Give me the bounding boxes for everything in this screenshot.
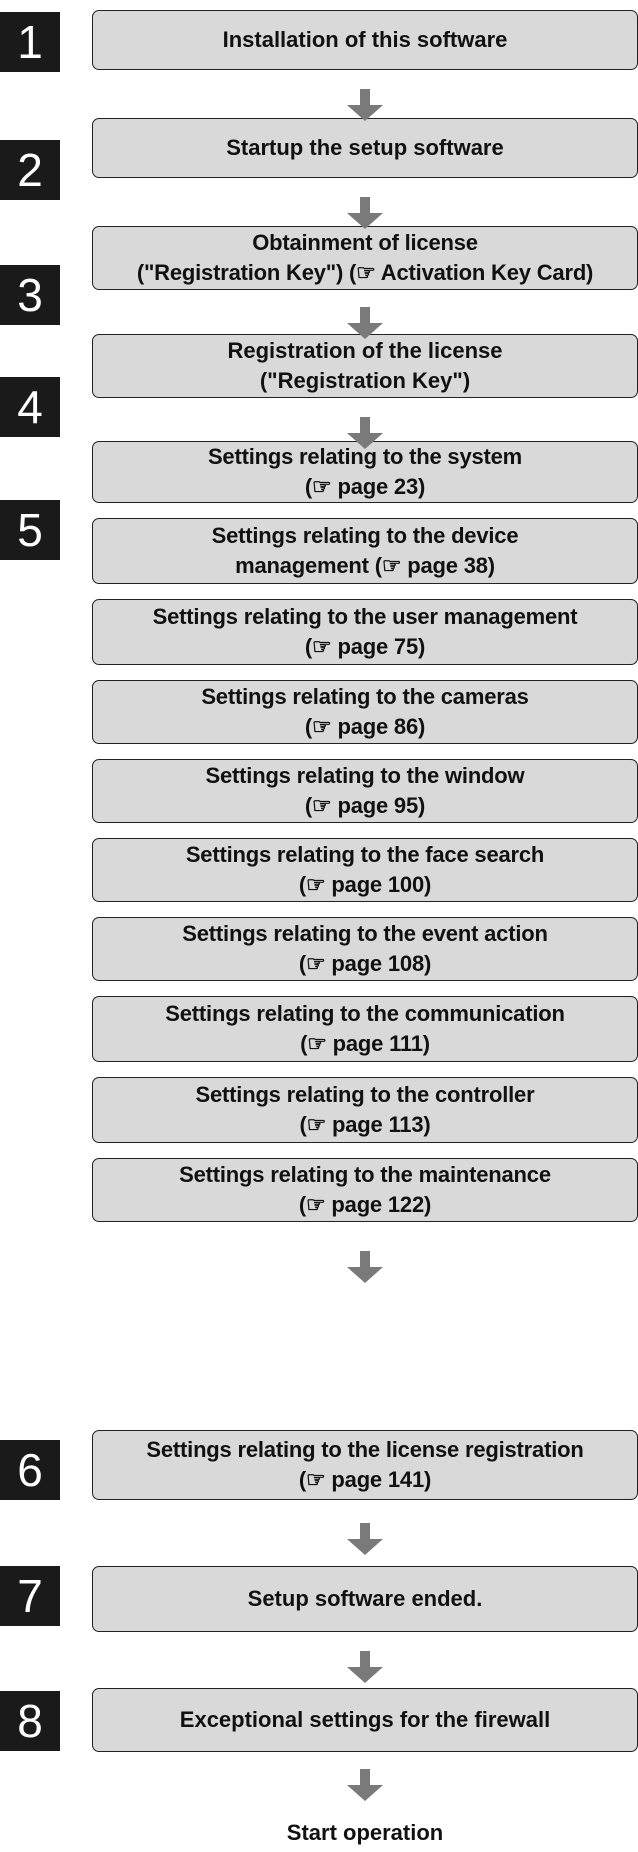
- step-4-box: Registration of the license ("Registratio…: [92, 334, 638, 398]
- settings-item-box: Settings relating to the user management…: [92, 599, 638, 665]
- box-text-line: Registration of the license: [227, 338, 503, 363]
- step-6-box: Settings relating to the license registr…: [92, 1430, 638, 1500]
- down-arrow-icon: [347, 417, 383, 449]
- step-number-5: 5: [0, 500, 60, 560]
- settings-item-box: Settings relating to the face search (☞ p…: [92, 838, 638, 902]
- step-7-box: Setup software ended.: [92, 1566, 638, 1632]
- box-text-line: Settings relating to the window: [205, 763, 525, 788]
- step-2-box: Startup the setup software: [92, 118, 638, 178]
- box-text-line: Settings relating to the device: [211, 523, 519, 548]
- box-text-line: (☞ page 113): [299, 1112, 431, 1137]
- step-8-box: Exceptional settings for the firewall: [92, 1688, 638, 1752]
- down-arrow-icon: [347, 89, 383, 121]
- box-text-line: Obtainment of license: [252, 230, 478, 255]
- box-text-line: (☞ page 100): [298, 872, 432, 897]
- down-arrow-icon: [347, 307, 383, 339]
- box-text-line: (☞ page 141): [298, 1467, 432, 1492]
- step-3-box: Obtainment of license ("Registration Key"…: [92, 226, 638, 290]
- box-text-line: Installation of this software: [222, 27, 508, 52]
- box-text-line: management (☞ page 38): [235, 553, 495, 578]
- box-text-line: (☞ page 111): [300, 1031, 430, 1056]
- box-text-line: (☞ page 75): [304, 634, 426, 659]
- box-text-line: Settings relating to the license registr…: [146, 1437, 584, 1462]
- box-text-line: Settings relating to the event action: [182, 921, 548, 946]
- box-text-line: Startup the setup software: [226, 135, 504, 160]
- final-step-label: Start operation: [286, 1820, 444, 1845]
- box-text-line: (☞ page 23): [304, 474, 426, 499]
- box-text-line: Settings relating to the communication: [165, 1001, 565, 1026]
- box-text-line: ("Registration Key"): [259, 368, 471, 393]
- down-arrow-icon: [347, 1769, 383, 1801]
- settings-item-box: Settings relating to the event action (☞ …: [92, 917, 638, 981]
- settings-item-box: Settings relating to the system (☞ page 2…: [92, 441, 638, 503]
- down-arrow-icon: [347, 197, 383, 229]
- box-text-line: (☞ page 95): [304, 793, 426, 818]
- settings-item-box: Settings relating to the cameras (☞ page …: [92, 680, 638, 744]
- step-number-7: 7: [0, 1566, 60, 1626]
- step-number-6: 6: [0, 1440, 60, 1500]
- step-number-3: 3: [0, 265, 60, 325]
- box-text-line: (☞ page 122): [298, 1192, 432, 1217]
- down-arrow-icon: [347, 1523, 383, 1555]
- box-text-line: Setup software ended.: [247, 1586, 483, 1611]
- box-text-line: (☞ page 108): [298, 951, 432, 976]
- step-number-1: 1: [0, 12, 60, 72]
- box-text-line: Settings relating to the user management: [152, 604, 578, 629]
- box-text-line: Settings relating to the cameras: [201, 684, 529, 709]
- box-text-line: (☞ page 86): [304, 714, 426, 739]
- box-text-line: Settings relating to the controller: [195, 1082, 535, 1107]
- step-number-8: 8: [0, 1691, 60, 1751]
- down-arrow-icon: [347, 1251, 383, 1283]
- step-number-2: 2: [0, 140, 60, 200]
- settings-item-box: Settings relating to the window (☞ page 9…: [92, 759, 638, 823]
- settings-item-box: Settings relating to the maintenance (☞ p…: [92, 1158, 638, 1222]
- step-1-box: Installation of this software: [92, 10, 638, 70]
- down-arrow-icon: [347, 1651, 383, 1683]
- step-number-4: 4: [0, 377, 60, 437]
- box-text-line: Settings relating to the face search: [185, 842, 545, 867]
- settings-item-box: Settings relating to the communication (☞…: [92, 996, 638, 1062]
- box-text-line: Exceptional settings for the firewall: [179, 1707, 551, 1732]
- settings-item-box: Settings relating to the device managemen…: [92, 518, 638, 584]
- settings-item-box: Settings relating to the controller (☞ pa…: [92, 1077, 638, 1143]
- box-text-line: Settings relating to the maintenance: [179, 1162, 551, 1187]
- box-text-line: ("Registration Key") (☞ Activation Key C…: [136, 260, 594, 285]
